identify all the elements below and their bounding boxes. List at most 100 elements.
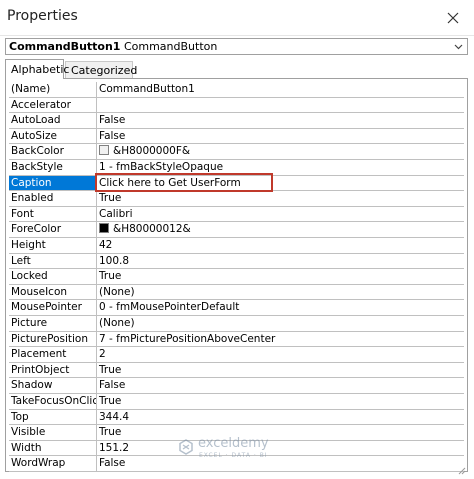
property-row[interactable]: BackStyle 1 - fmBackStyleOpaque [9,160,464,176]
property-name[interactable]: Height [9,238,97,254]
property-row[interactable]: BackColor &H8000000F& [9,144,464,160]
property-value[interactable]: 0 - fmMousePointerDefault [97,300,464,316]
property-value[interactable]: 7 - fmPicturePositionAboveCenter [97,332,464,348]
property-value[interactable]: True [97,191,464,207]
property-row[interactable]: Picture (None) [9,316,464,332]
property-row[interactable]: AutoLoad False [9,113,464,129]
property-row[interactable]: MouseIcon (None) [9,284,464,301]
property-value[interactable]: Calibri [97,207,464,223]
property-row[interactable]: MousePointer 0 - fmMousePointerDefault [9,300,464,316]
property-name[interactable]: Visible [9,425,97,441]
property-value-text: True [99,270,122,283]
property-value-text: &H8000000F& [113,145,191,158]
resize-grip-icon[interactable] [456,460,466,475]
property-name[interactable]: Shadow [9,378,97,394]
property-value-text: &H80000012& [113,223,191,236]
property-value-text: (None) [99,285,135,298]
property-value[interactable]: (None) [97,285,464,301]
property-value[interactable]: &H8000000F& [97,144,464,160]
property-value[interactable]: False [97,129,464,145]
property-name[interactable]: Placement [9,347,97,363]
property-value[interactable]: True [97,269,464,285]
property-row[interactable]: Accelerator [9,97,464,114]
property-row[interactable]: Enabled True [9,191,464,207]
property-value-text: True [99,363,122,376]
property-value-text: True [99,426,122,439]
property-value[interactable]: 1 - fmBackStyleOpaque [97,160,464,176]
property-name[interactable]: TakeFocusOnClick [9,394,97,410]
property-name[interactable]: MousePointer [9,300,97,316]
property-row[interactable]: Height 42 [9,238,464,254]
property-name[interactable]: Top [9,409,97,426]
property-value[interactable]: True [97,425,464,441]
property-name[interactable]: ForeColor [9,222,97,238]
property-row[interactable]: (Name) CommandButton1 [9,82,464,98]
property-value[interactable]: 42 [97,238,464,254]
property-value-text: 0 - fmMousePointerDefault [99,301,240,314]
property-row[interactable]: PrintObject True [9,362,464,379]
property-name[interactable]: (Name) [9,82,97,98]
property-name[interactable]: BackStyle [9,160,97,176]
property-name[interactable]: Locked [9,269,97,285]
property-name[interactable]: AutoLoad [9,113,97,129]
property-name[interactable]: Width [9,440,97,457]
property-name[interactable]: PicturePosition [9,331,97,348]
property-row[interactable]: Shadow False [9,378,464,394]
title-bar: Properties [0,0,474,36]
tab-categorized[interactable]: Categorized [65,61,137,78]
property-name[interactable]: Left [9,253,97,270]
property-row[interactable]: WordWrap False [9,456,464,472]
property-row[interactable]: ForeColor &H80000012& [9,222,464,238]
property-value-text: False [99,114,126,127]
property-value[interactable]: 151.2 [97,441,464,457]
property-row[interactable]: Caption Click here to Get UserForm [9,175,464,192]
property-row[interactable]: Locked True [9,269,464,285]
property-row[interactable]: Top 344.4 [9,409,464,426]
close-icon [447,12,459,24]
property-name[interactable]: Font [9,206,97,223]
property-row[interactable]: TakeFocusOnClick True [9,394,464,410]
close-button[interactable] [442,7,464,29]
chevron-down-icon[interactable] [452,40,464,53]
property-name[interactable]: AutoSize [9,128,97,145]
property-name[interactable]: Accelerator [9,97,97,114]
property-row[interactable]: Left 100.8 [9,253,464,270]
property-row[interactable]: PicturePosition 7 - fmPicturePositionAbov… [9,331,464,348]
property-name[interactable]: WordWrap [9,456,97,472]
property-value[interactable]: CommandButton1 [97,82,464,98]
property-value[interactable]: False [97,113,464,129]
property-value[interactable]: False [97,378,464,394]
object-selector-dropdown[interactable]: CommandButton1 CommandButton [5,38,468,55]
property-value-text: 151.2 [99,441,130,454]
property-value[interactable]: 100.8 [97,254,464,270]
property-value[interactable]: True [97,394,464,410]
property-value[interactable]: False [97,456,464,472]
property-value[interactable] [97,98,464,114]
property-name[interactable]: Enabled [9,191,97,207]
property-value[interactable]: Click here to Get UserForm [97,176,464,192]
property-name[interactable]: BackColor [9,144,97,160]
property-row[interactable]: AutoSize False [9,128,464,145]
property-value[interactable]: True [97,363,464,379]
property-row[interactable]: Width 151.2 [9,440,464,457]
property-name[interactable]: Caption [9,175,97,192]
property-value-text: False [99,379,126,392]
property-value-text: False [99,457,126,470]
property-row[interactable]: Font Calibri [9,206,464,223]
property-name[interactable]: Picture [9,316,97,332]
tab-alphabetic[interactable]: Alphabetic [5,59,69,79]
property-row[interactable]: Placement 2 [9,347,464,363]
window-title: Properties [7,8,78,24]
property-value[interactable]: 2 [97,347,464,363]
property-value-text: 42 [99,239,113,251]
property-value[interactable]: (None) [97,316,464,332]
property-value[interactable]: &H80000012& [97,222,464,238]
property-value-text: True [99,192,122,205]
property-row[interactable]: Visible True [9,425,464,441]
property-name[interactable]: MouseIcon [9,284,97,301]
view-tabs: Alphabetic Categorized [5,59,468,79]
property-name[interactable]: PrintObject [9,362,97,379]
property-value[interactable]: 344.4 [97,410,464,426]
property-value-text: Click here to Get UserForm [99,176,241,189]
color-swatch-icon [99,145,109,156]
